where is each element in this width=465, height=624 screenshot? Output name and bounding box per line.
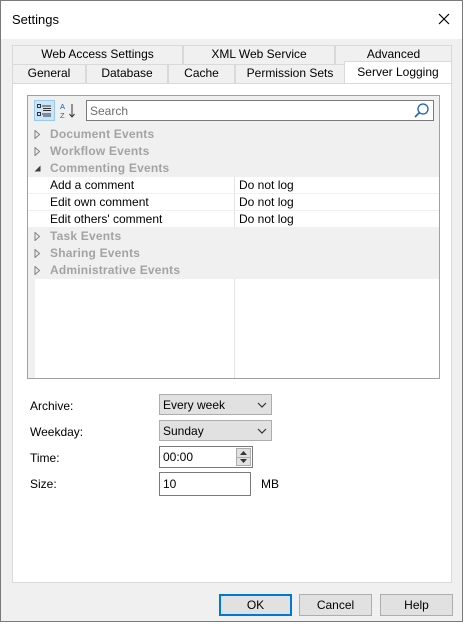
tab-label: Advanced xyxy=(366,47,421,61)
weekday-label: Weekday: xyxy=(30,425,84,439)
property-name: Add a comment xyxy=(50,178,135,192)
tab-label: General xyxy=(27,66,71,80)
expand-arrow-icon[interactable] xyxy=(33,249,42,258)
expand-arrow-icon[interactable] xyxy=(33,130,42,139)
property-row-add-a-comment[interactable]: Add a comment Do not log xyxy=(28,177,439,194)
tab-server-logging[interactable]: Server Logging xyxy=(344,61,452,83)
weekday-value: Sunday xyxy=(163,424,204,438)
time-picker[interactable]: 00:00 xyxy=(159,446,253,468)
property-name: Edit own comment xyxy=(50,195,149,209)
close-icon xyxy=(438,13,450,25)
category-label: Administrative Events xyxy=(50,263,181,277)
title-bar: Settings xyxy=(1,1,462,39)
collapse-arrow-icon[interactable] xyxy=(33,164,42,173)
categorized-button[interactable] xyxy=(34,100,55,121)
property-row-edit-others-comment[interactable]: Edit others' comment Do not log xyxy=(28,211,439,228)
tab-database[interactable]: Database xyxy=(86,64,168,83)
tab-cache[interactable]: Cache xyxy=(168,64,235,83)
categorized-icon xyxy=(37,104,51,117)
category-label: Workflow Events xyxy=(50,144,150,158)
grid-toolbar: A Z xyxy=(28,96,439,126)
alphabetical-button[interactable]: A Z xyxy=(58,100,79,121)
category-label: Task Events xyxy=(50,229,122,243)
property-row-edit-own-comment[interactable]: Edit own comment Do not log xyxy=(28,194,439,211)
svg-text:Z: Z xyxy=(60,111,65,119)
category-row-commenting-events[interactable]: Commenting Events xyxy=(28,160,439,177)
search-field[interactable] xyxy=(86,100,434,121)
svg-text:A: A xyxy=(60,102,65,111)
archive-value: Every week xyxy=(163,398,226,412)
row-divider xyxy=(234,194,235,210)
tab-label: Database xyxy=(101,66,153,80)
tab-label: Permission Sets xyxy=(246,66,334,80)
property-value[interactable]: Do not log xyxy=(239,178,294,192)
category-row-document-events[interactable]: Document Events xyxy=(28,126,439,143)
search-input[interactable] xyxy=(90,102,408,119)
property-grid: A Z Search Document Events Workflow Even… xyxy=(27,95,440,379)
archive-label: Archive: xyxy=(30,399,74,413)
category-label: Document Events xyxy=(50,127,155,141)
expand-arrow-icon[interactable] xyxy=(33,266,42,275)
grid-body: Document Events Workflow Events Commenti… xyxy=(28,126,439,378)
chevron-down-icon xyxy=(257,428,267,434)
spin-down-button[interactable] xyxy=(237,457,250,465)
expand-arrow-icon[interactable] xyxy=(33,147,42,156)
tab-label: Cache xyxy=(184,66,219,80)
sort-alphabetical-icon: A Z xyxy=(60,102,75,119)
tab-label: Web Access Settings xyxy=(41,47,154,61)
property-value[interactable]: Do not log xyxy=(239,212,294,226)
arrow-down-icon xyxy=(240,459,247,463)
size-unit: MB xyxy=(261,477,279,491)
settings-dialog: Settings Web Access Settings XML Web Ser… xyxy=(0,0,463,622)
row-divider xyxy=(234,211,235,227)
archive-select[interactable]: Every week xyxy=(159,394,272,415)
category-row-workflow-events[interactable]: Workflow Events xyxy=(28,143,439,160)
tab-general[interactable]: General xyxy=(12,64,86,83)
category-row-administrative-events[interactable]: Administrative Events xyxy=(28,262,439,279)
tab-web-access-settings[interactable]: Web Access Settings xyxy=(12,45,183,64)
tab-label: Server Logging xyxy=(357,65,439,79)
weekday-select[interactable]: Sunday xyxy=(159,420,272,441)
ok-button[interactable]: OK xyxy=(219,594,292,616)
tab-xml-web-service[interactable]: XML Web Service xyxy=(183,45,335,64)
category-row-task-events[interactable]: Task Events xyxy=(28,228,439,245)
size-input[interactable]: 10 xyxy=(159,472,251,496)
property-value[interactable]: Do not log xyxy=(239,195,294,209)
chevron-down-icon xyxy=(257,402,267,408)
time-value[interactable]: 00:00 xyxy=(163,450,193,464)
server-logging-panel: A Z Search Document Events Workflow Even… xyxy=(12,83,452,583)
tab-permission-sets[interactable]: Permission Sets xyxy=(235,64,345,83)
time-label: Time: xyxy=(30,451,60,465)
cancel-button[interactable]: Cancel xyxy=(299,594,372,616)
category-label: Sharing Events xyxy=(50,246,141,260)
help-button[interactable]: Help xyxy=(380,594,453,616)
category-row-sharing-events[interactable]: Sharing Events xyxy=(28,245,439,262)
arrow-up-icon xyxy=(240,451,247,455)
close-button[interactable] xyxy=(430,5,458,33)
time-spinner xyxy=(236,448,251,466)
property-name: Edit others' comment xyxy=(50,212,163,226)
size-value[interactable]: 10 xyxy=(163,477,176,491)
search-icon[interactable] xyxy=(413,102,430,119)
expand-arrow-icon[interactable] xyxy=(33,232,42,241)
category-label: Commenting Events xyxy=(50,161,170,175)
window-title: Settings xyxy=(12,12,59,27)
size-label: Size: xyxy=(30,477,57,491)
row-divider xyxy=(234,177,235,193)
tab-label: XML Web Service xyxy=(211,47,307,61)
